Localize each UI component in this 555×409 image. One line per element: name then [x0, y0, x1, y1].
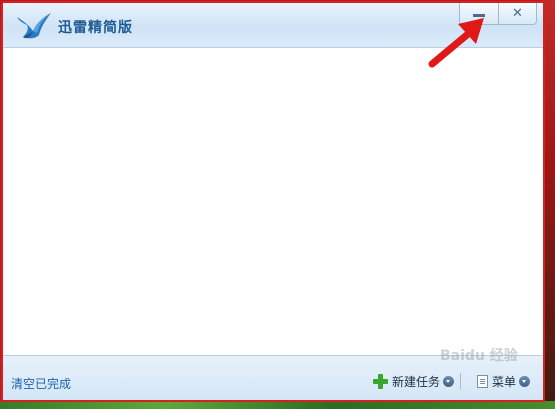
toolbar-divider	[460, 373, 462, 389]
chevron-down-icon[interactable]	[443, 375, 455, 387]
chevron-down-icon[interactable]	[519, 375, 531, 387]
red-arrow-icon	[428, 18, 484, 68]
desktop-background-bottom	[0, 401, 555, 409]
close-button[interactable]: ✕	[498, 3, 536, 24]
plus-icon	[373, 373, 388, 389]
new-task-label: 新建任务	[392, 374, 441, 389]
window-title: 迅雷精简版	[58, 20, 133, 36]
new-task-button[interactable]: 新建任务	[373, 372, 467, 390]
document-icon	[477, 374, 488, 388]
menu-label: 菜单	[492, 374, 517, 389]
bird-logo-icon	[13, 9, 55, 43]
clear-completed-link[interactable]: 清空已完成	[11, 375, 71, 392]
close-icon: ✕	[512, 6, 523, 21]
menu-button[interactable]: 菜单	[477, 372, 531, 390]
watermark: Baidu 经验	[440, 348, 518, 364]
task-list-area[interactable]	[3, 48, 543, 356]
